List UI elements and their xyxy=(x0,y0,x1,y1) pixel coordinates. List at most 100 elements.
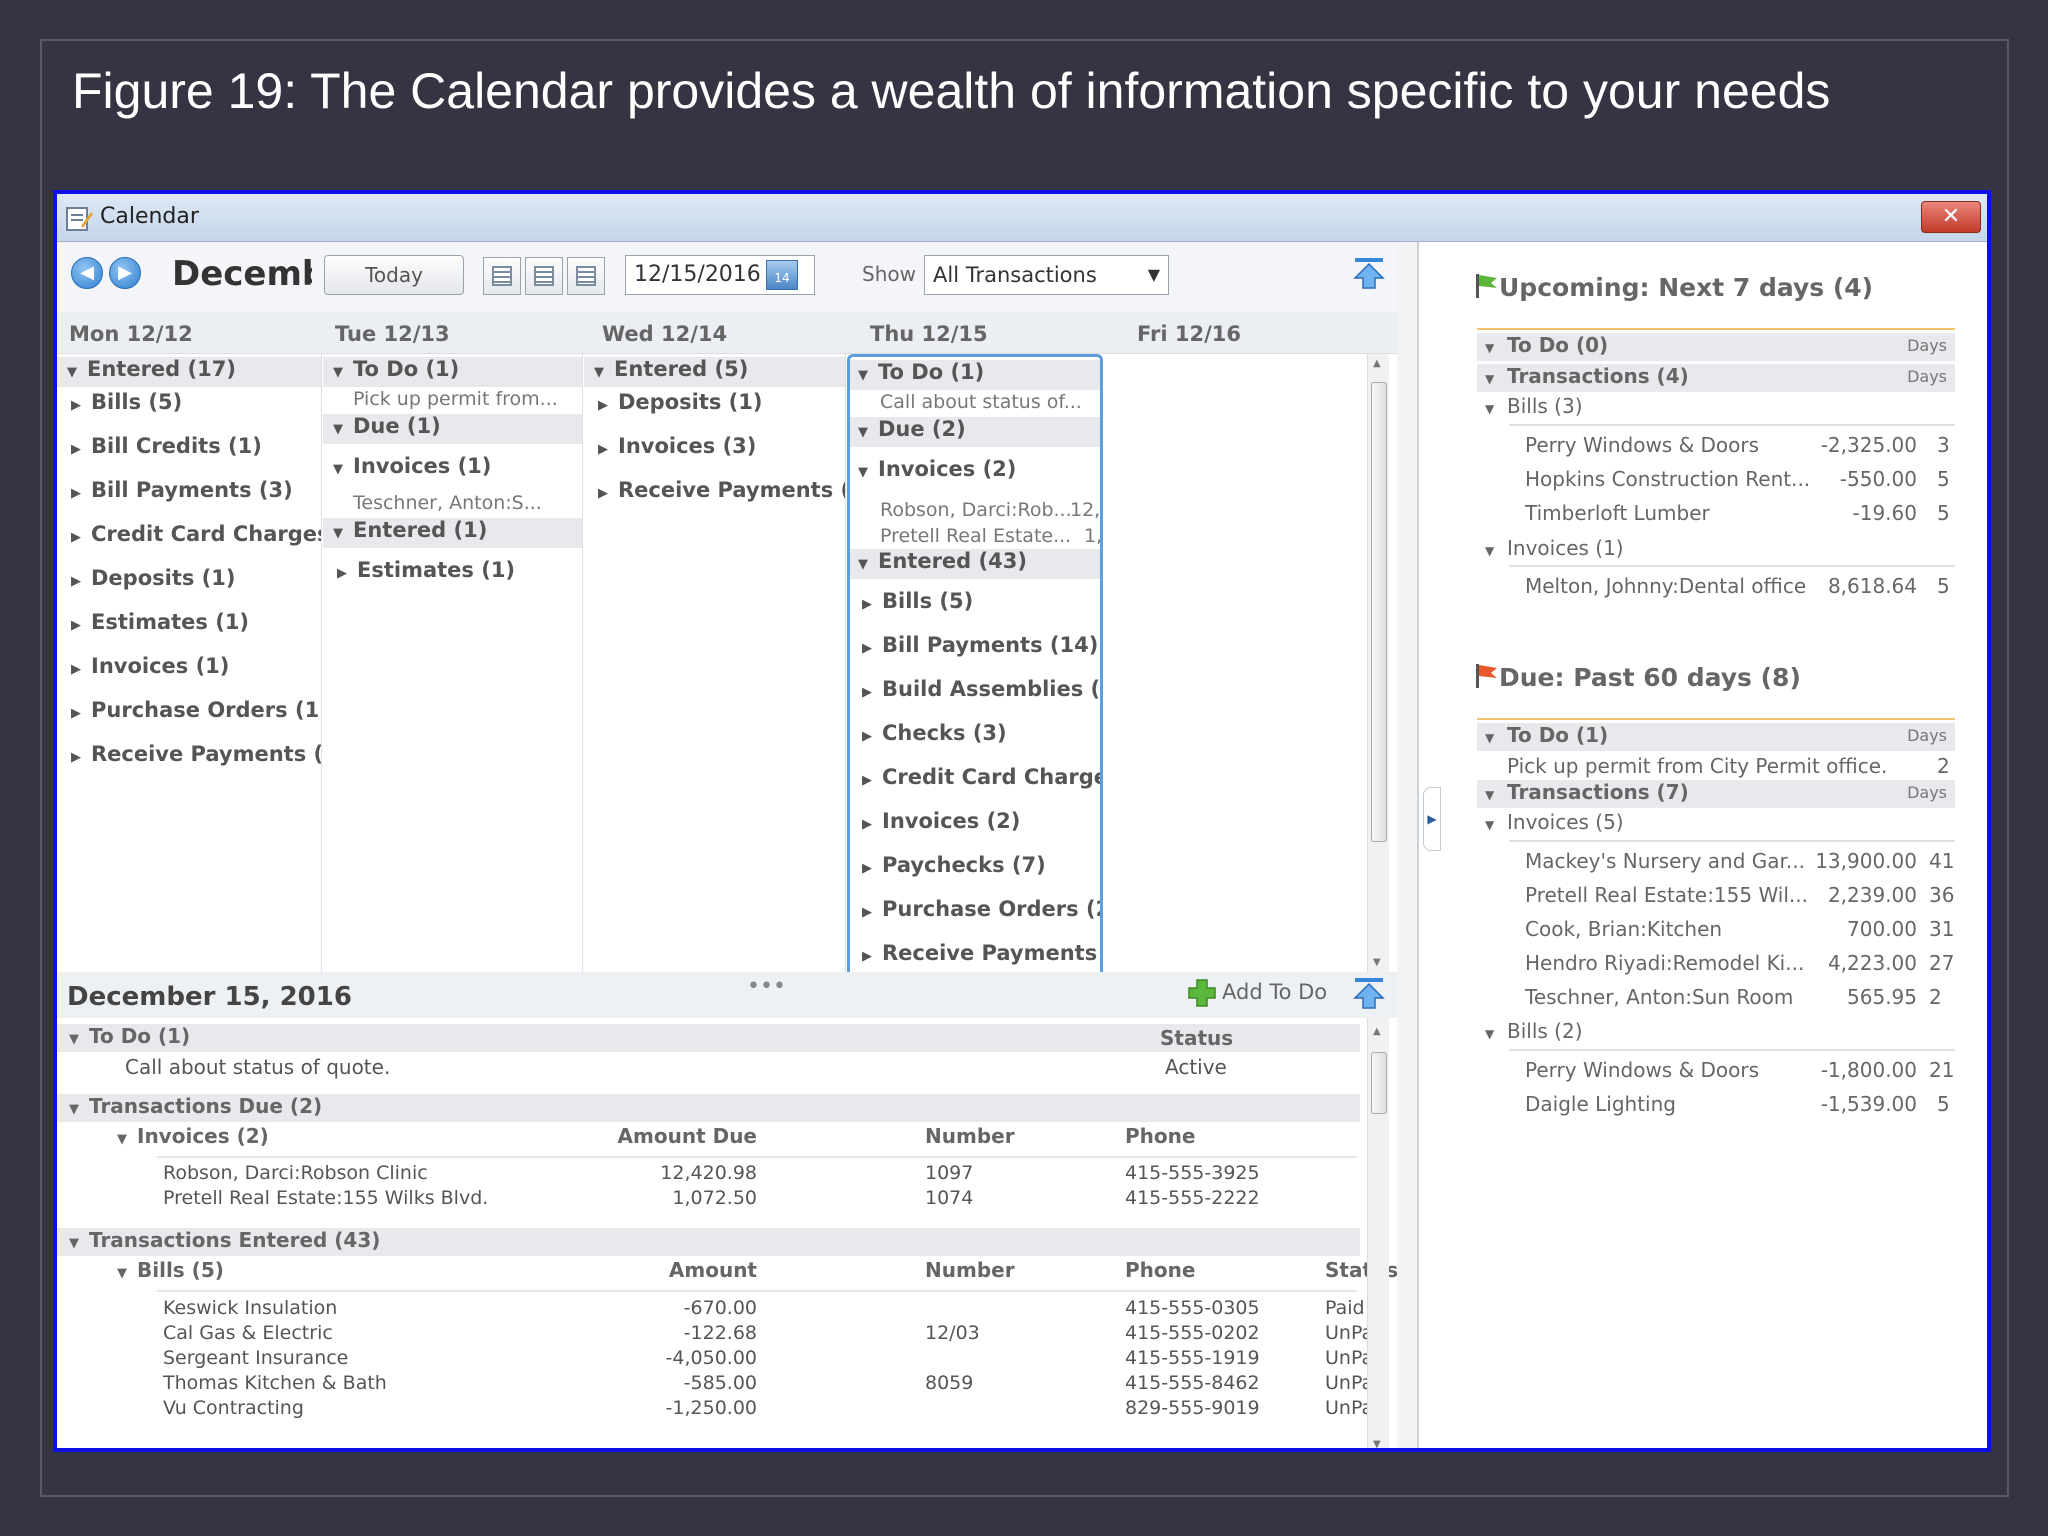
scrollbar-thumb[interactable] xyxy=(1371,382,1387,842)
list-item[interactable]: ▶ Purchase Orders (2 xyxy=(850,897,1100,927)
list-item[interactable]: ▶ Paychecks (7) xyxy=(850,853,1046,883)
todo-row[interactable]: Call about status of quote. Active xyxy=(125,1055,1325,1083)
upcoming-bills-group[interactable]: ▼ Bills (3) xyxy=(1477,394,1955,422)
scroll-up-icon[interactable]: ▲ xyxy=(1373,358,1381,369)
list-item[interactable]: ▶ Credit Card Charge: xyxy=(850,765,1100,795)
list-item[interactable]: ▶ Estimates (1) xyxy=(57,610,249,640)
divider xyxy=(1477,328,1955,330)
upcoming-transactions-group[interactable]: ▼ Transactions (4) Days xyxy=(1477,364,1955,392)
table-row[interactable]: Cal Gas & Electric -122.68 12/03 415-555… xyxy=(163,1322,1391,1347)
list-item[interactable]: ▶ Invoices (3) xyxy=(584,434,756,464)
transactions-due-section[interactable]: ▼ Transactions Due (2) xyxy=(57,1094,1360,1122)
table-row[interactable]: Thomas Kitchen & Bath -585.00 8059 415-5… xyxy=(163,1372,1391,1397)
pane-splitter[interactable] xyxy=(1397,242,1419,1448)
date-field[interactable]: 12/15/2016 14 xyxy=(625,255,815,295)
month-view-icon[interactable] xyxy=(567,257,605,295)
list-item[interactable]: ▶ Bill Payments (14) xyxy=(850,633,1098,663)
day-view-icon[interactable] xyxy=(483,257,521,295)
slide-title: Figure 19: The Calendar provides a wealt… xyxy=(72,63,1831,119)
due-group[interactable]: ▼ Due (2) xyxy=(850,417,1100,447)
table-row[interactable]: Vu Contracting -1,250.00 829-555-9019 Un… xyxy=(163,1397,1391,1422)
week-view-icon[interactable] xyxy=(525,257,563,295)
show-dropdown[interactable]: All Transactions ▼ xyxy=(924,255,1169,295)
invoices-group[interactable]: ▼ Invoices (2) xyxy=(850,457,1016,487)
list-item[interactable]: ▶ Checks (3) xyxy=(850,721,1007,751)
list-item[interactable]: ▶ Invoices (1) xyxy=(57,654,229,684)
list-item[interactable]: ▶ Deposits (1) xyxy=(57,566,236,596)
week-scrollbar[interactable]: ▲ ▼ xyxy=(1367,354,1389,972)
list-item[interactable]: ▶ Receive Payments ( xyxy=(584,478,845,508)
add-todo-button[interactable]: Add To Do xyxy=(1222,980,1327,1004)
table-row[interactable]: Perry Windows & Doors -1,800.00 21 xyxy=(1477,1058,1955,1086)
table-row[interactable]: Timberloft Lumber -19.60 5 xyxy=(1477,501,1955,529)
today-button[interactable]: Today xyxy=(324,255,464,295)
splitter-grip[interactable]: ••• xyxy=(747,974,786,999)
table-row[interactable]: Daigle Lighting -1,539.00 5 xyxy=(1477,1092,1955,1120)
table-row[interactable]: Cook, Brian:Kitchen 700.00 31 xyxy=(1477,917,1955,945)
list-item[interactable]: ▶ Deposits (1) xyxy=(584,390,763,420)
table-row[interactable]: Robson, Darci:Robson Clinic 12,420.98 10… xyxy=(163,1162,1363,1188)
divider xyxy=(1477,718,1955,720)
expand-arrow-icon[interactable]: ▶ xyxy=(1423,787,1441,851)
scrollbar-thumb[interactable] xyxy=(1371,1052,1387,1114)
entered-group[interactable]: ▼ Entered (43) xyxy=(850,549,1100,579)
list-item[interactable]: ▶ Invoices (2) xyxy=(850,809,1020,839)
table-row[interactable]: Melton, Johnny:Dental office 8,618.64 5 xyxy=(1477,574,1955,602)
bills-header[interactable]: ▼ Bills (5) Amount Number Phone Status xyxy=(117,1258,1398,1286)
due-todo-group[interactable]: ▼ To Do (1) Days xyxy=(1477,723,1955,751)
upcoming-todo-group[interactable]: ▼ To Do (0) Days xyxy=(1477,333,1955,361)
transactions-entered-section[interactable]: ▼ Transactions Entered (43) xyxy=(57,1228,1360,1256)
table-row[interactable]: Perry Windows & Doors -2,325.00 3 xyxy=(1477,433,1955,461)
collapse-up-icon[interactable] xyxy=(1353,976,1385,1010)
list-item[interactable]: ▶ Bills (5) xyxy=(57,390,182,420)
list-item[interactable]: ▶ Receive Payments ( xyxy=(850,941,1100,971)
table-row[interactable]: Mackey's Nursery and Gar... 13,900.00 41 xyxy=(1477,849,1955,877)
todo-item[interactable]: Pick up permit from City Permit office. 2 xyxy=(1477,754,1955,782)
collapse-up-icon[interactable] xyxy=(1353,256,1385,290)
table-row[interactable]: Hopkins Construction Rent... -550.00 5 xyxy=(1477,467,1955,495)
next-arrow-icon[interactable]: ▶ xyxy=(109,257,141,289)
week-header: Mon 12/12 Tue 12/13 Wed 12/14 Thu 12/15 … xyxy=(57,312,1397,354)
entered-group[interactable]: ▼ Entered (17) xyxy=(57,357,321,387)
scroll-down-icon[interactable]: ▼ xyxy=(1373,957,1381,968)
day-header: Mon 12/12 xyxy=(69,322,193,346)
table-row[interactable]: Pretell Real Estate:155 Wilks Blvd. 1,07… xyxy=(163,1187,1363,1213)
due-bills-group[interactable]: ▼ Bills (2) xyxy=(1477,1019,1955,1047)
upcoming-invoices-group[interactable]: ▼ Invoices (1) xyxy=(1477,536,1955,564)
scroll-down-icon[interactable]: ▼ xyxy=(1373,1439,1381,1448)
list-item[interactable]: ▶ Credit Card Charges xyxy=(57,522,321,552)
due-invoices-group[interactable]: ▼ Invoices (5) xyxy=(1477,810,1955,838)
day-header: Fri 12/16 xyxy=(1137,322,1241,346)
due-invoices-header[interactable]: ▼ Invoices (2) Amount Due Number Phone xyxy=(117,1124,1357,1152)
close-button[interactable]: ✕ xyxy=(1921,201,1981,233)
red-flag-icon xyxy=(1476,664,1497,688)
todo-section[interactable]: ▼ To Do (1) Status xyxy=(57,1024,1360,1052)
add-icon[interactable] xyxy=(1187,978,1217,1008)
due-transactions-group[interactable]: ▼ Transactions (7) Days xyxy=(1477,780,1955,808)
list-item[interactable]: ▶ Bills (5) xyxy=(850,589,973,619)
invoices-group[interactable]: ▼ Invoices (1) xyxy=(323,454,491,484)
entered-group[interactable]: ▼ Entered (5) xyxy=(584,357,845,387)
todo-group[interactable]: ▼ To Do (1) xyxy=(850,360,1100,390)
list-item[interactable]: ▶ Purchase Orders (1) xyxy=(57,698,321,728)
table-row[interactable]: Keswick Insulation -670.00 415-555-0305 … xyxy=(163,1297,1365,1322)
detail-scrollbar[interactable]: ▲ ▼ xyxy=(1367,1018,1389,1448)
table-row[interactable]: Hendro Riyadi:Remodel Ki... 4,223.00 27 xyxy=(1477,951,1955,979)
list-item[interactable]: ▶ Bill Credits (1) xyxy=(57,434,262,464)
list-item[interactable]: ▶ Build Assemblies (2 xyxy=(850,677,1100,707)
calendar-picker-icon[interactable]: 14 xyxy=(766,260,798,290)
table-row[interactable]: Teschner, Anton:Sun Room 565.95 2 xyxy=(1477,985,1955,1013)
list-item[interactable]: ▶ Receive Payments ( xyxy=(57,742,321,772)
table-row[interactable]: Pretell Real Estate:155 Wil... 2,239.00 36 xyxy=(1477,883,1955,911)
list-item[interactable]: ▶ Estimates (1) xyxy=(323,558,515,588)
todo-group[interactable]: ▼ To Do (1) xyxy=(323,357,582,387)
list-item[interactable]: ▶ Bill Payments (3) xyxy=(57,478,293,508)
table-row[interactable]: Sergeant Insurance -4,050.00 415-555-191… xyxy=(163,1347,1391,1372)
due-group[interactable]: ▼ Due (1) xyxy=(323,414,582,444)
day-column-thu: ▼ To Do (1) Call about status of... ▼ Due … xyxy=(847,354,1103,972)
calendar-window: Calendar ✕ ◀ ▶ Decemb Today 12/15/2016 1… xyxy=(53,190,1991,1452)
scroll-up-icon[interactable]: ▲ xyxy=(1373,1026,1381,1037)
prev-arrow-icon[interactable]: ◀ xyxy=(71,257,103,289)
chevron-down-icon: ▼ xyxy=(1147,265,1160,284)
entered-group[interactable]: ▼ Entered (1) xyxy=(323,518,582,548)
